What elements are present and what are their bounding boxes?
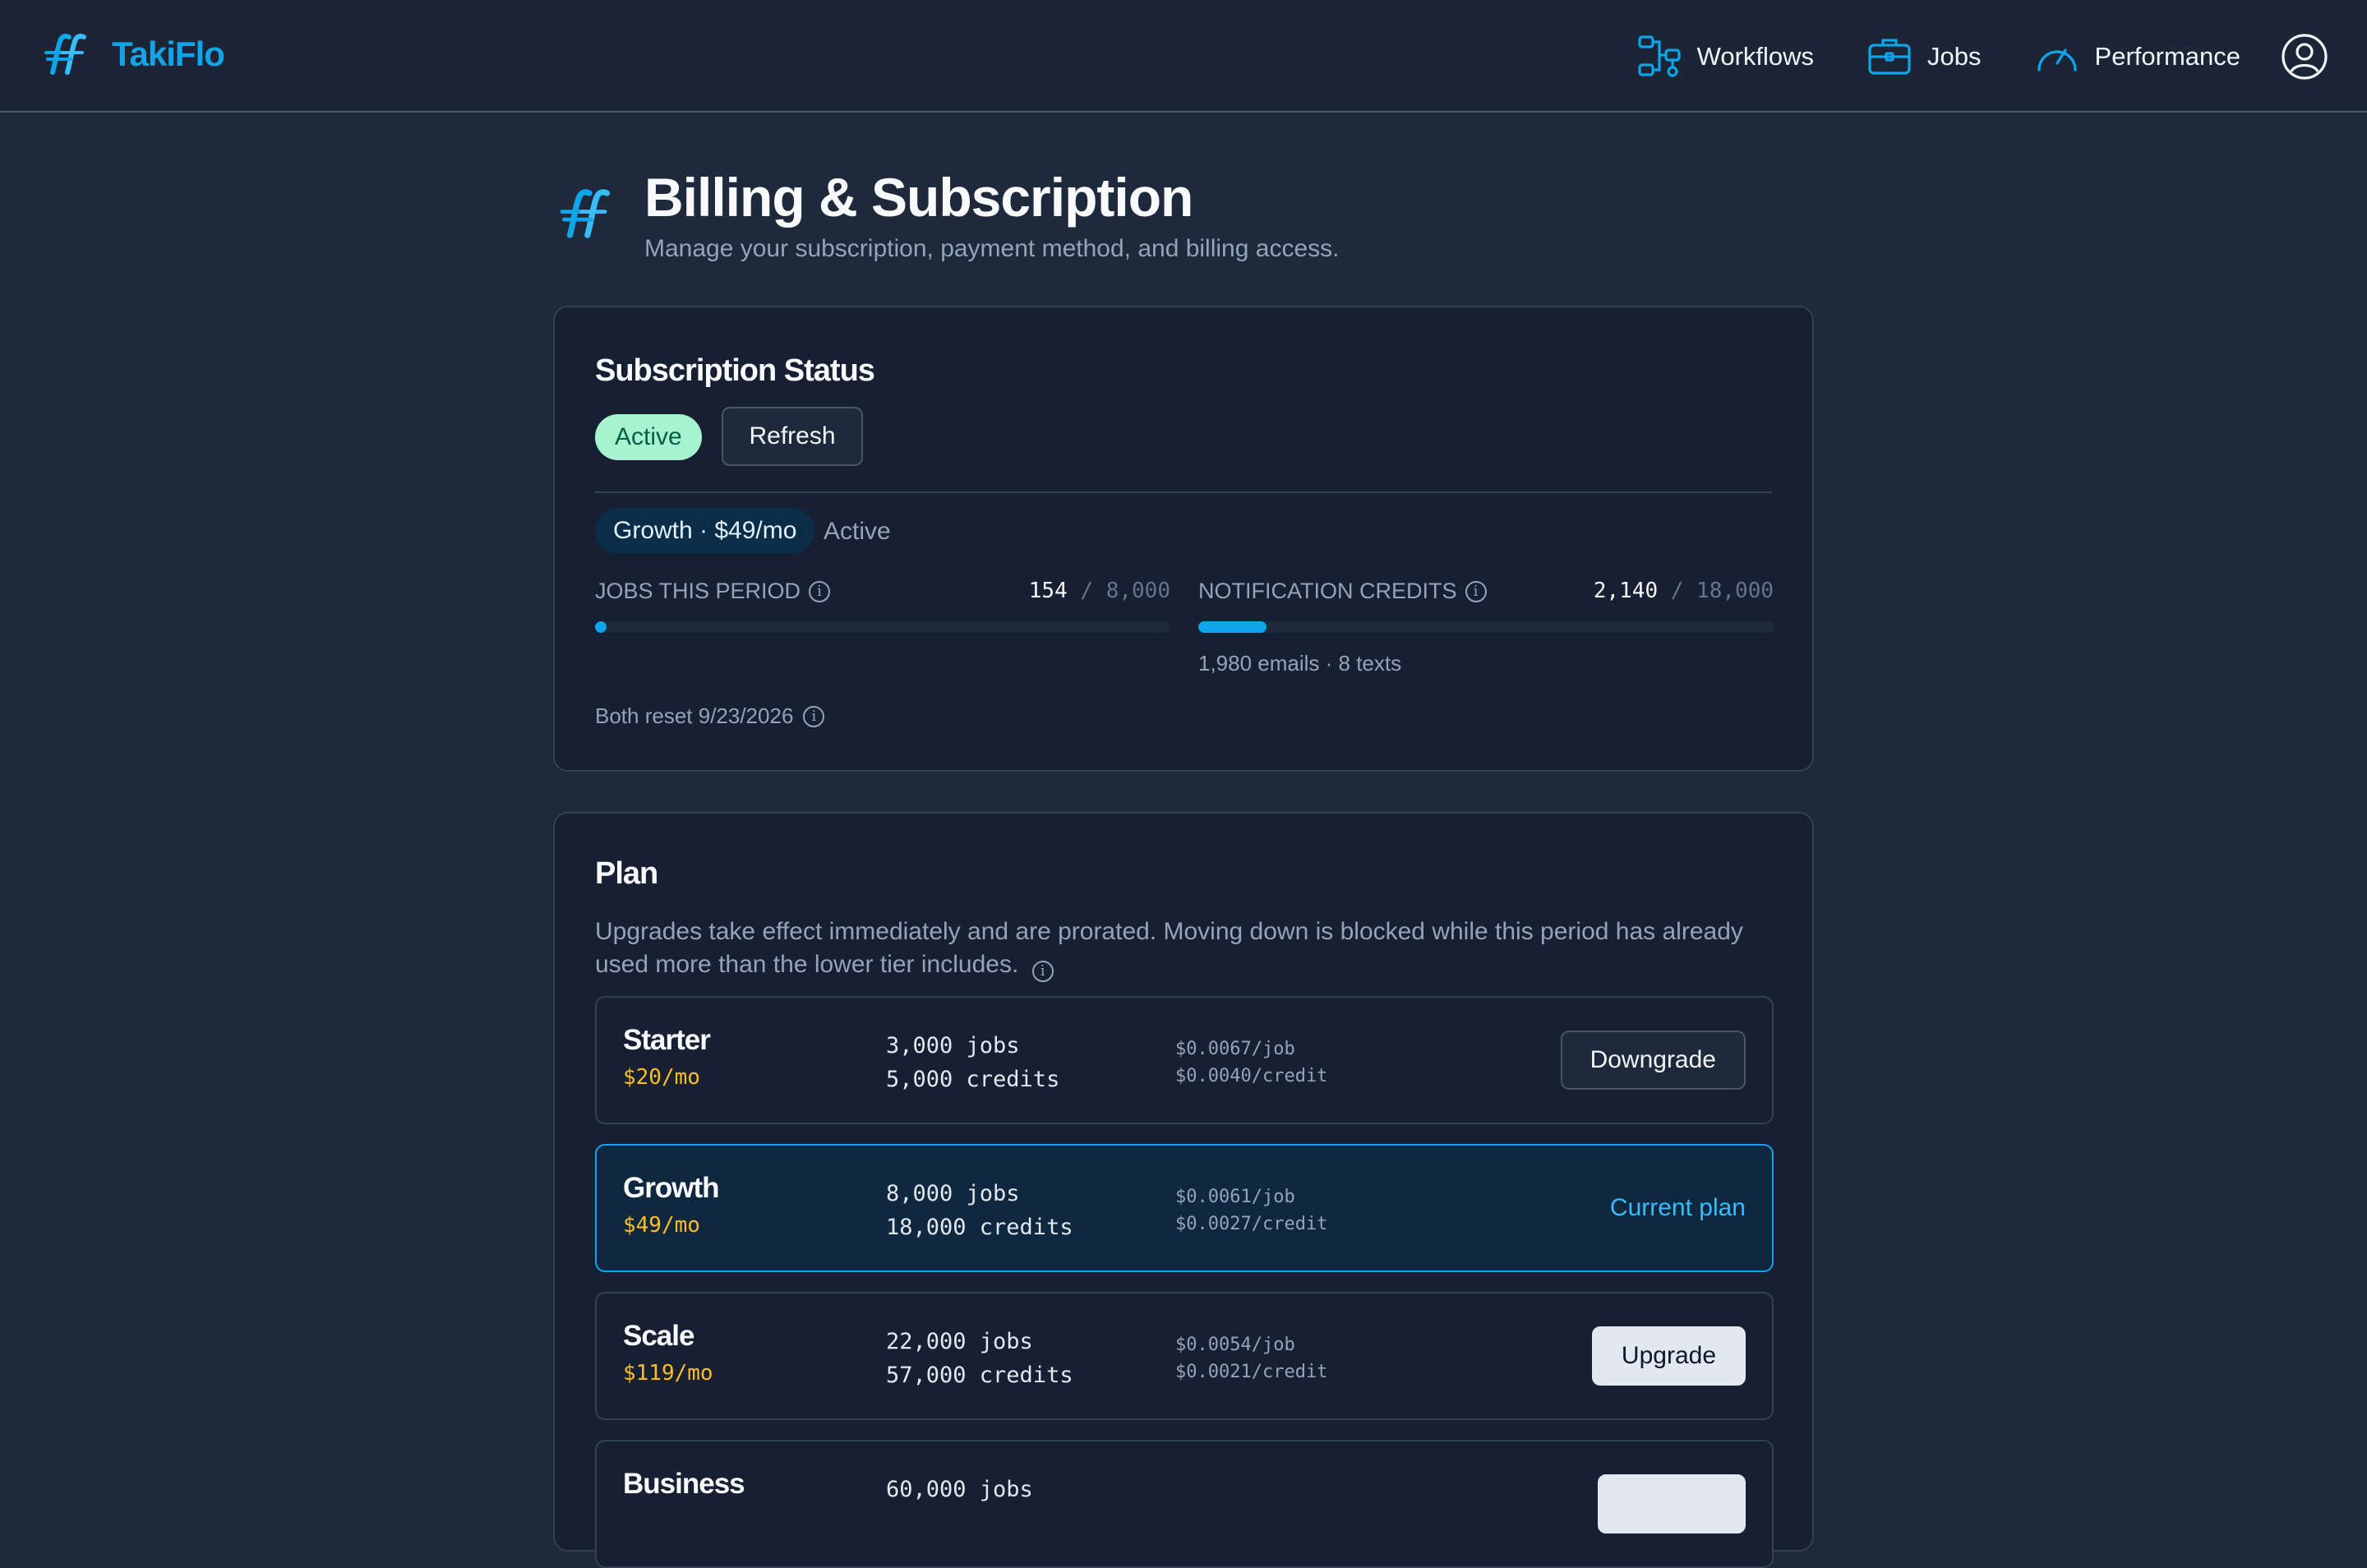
reset-note: Both reset 9/23/2026 i	[595, 703, 825, 729]
tier-business: Business 60,000 jobs	[595, 1440, 1774, 1568]
workflow-icon	[1638, 35, 1681, 77]
reset-text: Both reset 9/23/2026	[595, 703, 794, 728]
jobs-meter-label: JOBS THIS PERIOD	[595, 579, 801, 603]
tier-job-rate: $0.0061/job	[1175, 1187, 1295, 1207]
credits-breakdown: 1,980 emails · 8 texts	[1198, 651, 1402, 676]
takiflo-logo-icon	[560, 189, 611, 238]
plan-description-text: Upgrades take effect immediately and are…	[595, 918, 1743, 978]
tier-price: $119/mo	[623, 1361, 713, 1386]
tier-limits: 8,000 jobs 18,000 credits	[886, 1177, 1073, 1244]
tier-jobs: 3,000 jobs	[886, 1033, 1020, 1058]
tier-rates: $0.0061/job $0.0027/credit	[1175, 1183, 1327, 1238]
divider	[595, 491, 1772, 493]
tier-price: $20/mo	[623, 1065, 700, 1090]
tier-scale: Scale $119/mo 22,000 jobs 57,000 credits…	[595, 1292, 1774, 1420]
page-title: Billing & Subscription	[644, 167, 1193, 228]
plan-status-text: Active	[824, 518, 891, 545]
tier-jobs: 60,000 jobs	[886, 1477, 1033, 1502]
tier-starter: Starter $20/mo 3,000 jobs 5,000 credits …	[595, 996, 1774, 1124]
info-icon[interactable]: i	[1465, 580, 1487, 602]
page-subtitle: Manage your subscription, payment method…	[644, 235, 1340, 262]
upgrade-button[interactable]: Upgrade	[1591, 1326, 1746, 1386]
credits-used: 2,140	[1593, 579, 1659, 603]
tier-credit-rate: $0.0021/credit	[1175, 1362, 1328, 1382]
tier-rates: $0.0067/job $0.0040/credit	[1175, 1035, 1327, 1090]
tier-jobs: 22,000 jobs	[886, 1329, 1033, 1354]
takiflo-logo-icon	[44, 34, 86, 75]
gauge-icon	[2037, 48, 2077, 71]
subscription-status-card: Subscription Status Active Refresh Growt…	[553, 306, 1814, 772]
tier-name: Business	[623, 1468, 745, 1500]
briefcase-icon	[1868, 39, 1911, 75]
info-icon[interactable]: i	[1031, 961, 1054, 982]
jobs-meter-count: 154 / 8,000	[1029, 579, 1170, 603]
upgrade-button[interactable]	[1598, 1474, 1746, 1533]
credits-total: 18,000	[1696, 579, 1774, 603]
credits-progress-fill	[1198, 621, 1267, 633]
tier-jobs: 8,000 jobs	[886, 1181, 1020, 1206]
tier-credits: 57,000 credits	[886, 1363, 1073, 1388]
credits-progress-track	[1198, 621, 1774, 633]
tier-job-rate: $0.0067/job	[1175, 1039, 1295, 1059]
current-plan-pill: Growth · $49/mo	[595, 508, 815, 554]
nav-links: Workflows Jobs Performance	[1584, 31, 2367, 82]
nav-performance[interactable]: Performance	[2034, 34, 2240, 80]
brand-name: TakiFlo	[112, 35, 225, 73]
tier-rates: $0.0054/job $0.0021/credit	[1175, 1331, 1327, 1386]
nav-jobs-label: Jobs	[1927, 42, 1982, 71]
jobs-total: 8,000	[1105, 579, 1170, 603]
tier-credit-rate: $0.0040/credit	[1175, 1066, 1328, 1086]
plan-description: Upgrades take effect immediately and are…	[595, 915, 1762, 982]
tier-name: Scale	[623, 1320, 694, 1352]
tier-name: Growth	[623, 1172, 719, 1204]
nav-performance-label: Performance	[2094, 42, 2240, 71]
nav-jobs[interactable]: Jobs	[1866, 34, 1982, 80]
status-badge: Active	[595, 414, 702, 460]
nav-workflows[interactable]: Workflows	[1636, 34, 1814, 80]
refresh-button[interactable]: Refresh	[722, 407, 863, 466]
info-icon[interactable]: i	[809, 580, 831, 602]
credits-meter-count: 2,140 / 18,000	[1594, 579, 1774, 603]
tier-credit-rate: $0.0027/credit	[1175, 1214, 1328, 1234]
nav-workflows-label: Workflows	[1696, 42, 1815, 71]
info-icon[interactable]: i	[803, 705, 825, 727]
jobs-sep: /	[1080, 579, 1094, 603]
tier-limits: 3,000 jobs 5,000 credits	[886, 1029, 1059, 1096]
jobs-progress-fill	[595, 621, 607, 633]
tier-price: $49/mo	[623, 1213, 700, 1238]
tier-limits: 60,000 jobs	[886, 1473, 1033, 1506]
credits-meter: NOTIFICATION CREDITS i 2,140 / 18,000 1,…	[1198, 579, 1774, 676]
tier-name: Starter	[623, 1024, 711, 1056]
tier-credits: 5,000 credits	[886, 1067, 1060, 1092]
subscription-status-title: Subscription Status	[595, 353, 875, 388]
downgrade-button[interactable]: Downgrade	[1560, 1031, 1746, 1090]
tier-growth: Growth $49/mo 8,000 jobs 18,000 credits …	[595, 1144, 1774, 1272]
plan-card: Plan Upgrades take effect immediately an…	[553, 812, 1814, 1568]
jobs-used: 154	[1028, 579, 1068, 603]
credits-sep: /	[1670, 579, 1684, 603]
jobs-progress-track	[595, 621, 1170, 633]
user-circle-icon[interactable]	[2280, 32, 2329, 81]
tier-limits: 22,000 jobs 57,000 credits	[886, 1325, 1073, 1392]
credits-meter-label: NOTIFICATION CREDITS	[1198, 579, 1457, 603]
current-plan-label: Current plan	[1609, 1194, 1746, 1221]
jobs-meter: JOBS THIS PERIOD i 154 / 8,000	[595, 579, 1170, 633]
top-navbar: TakiFlo Workflows Jobs Performance	[0, 0, 2367, 113]
tier-job-rate: $0.0054/job	[1175, 1335, 1295, 1355]
tier-credits: 18,000 credits	[886, 1215, 1073, 1240]
plan-title: Plan	[595, 856, 658, 891]
page-header: Billing & Subscription Manage your subsc…	[552, 164, 1339, 263]
brand[interactable]: TakiFlo	[38, 28, 225, 81]
